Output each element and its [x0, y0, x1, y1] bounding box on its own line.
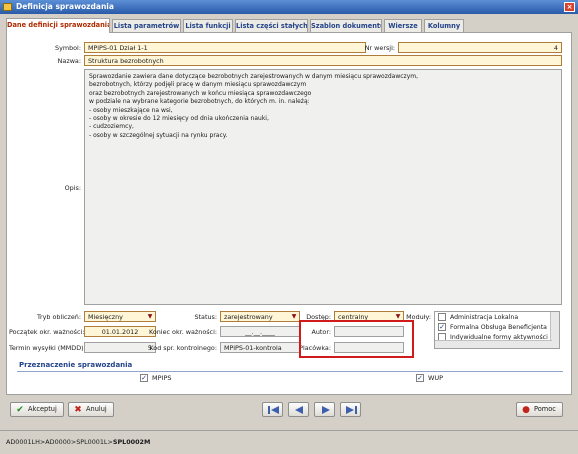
status-bar: AD0001LH>AD0000>SPL0001L>SPL0002M [0, 430, 578, 453]
close-button[interactable]: × [564, 2, 575, 12]
tab-szablon-dokumentu[interactable]: Szablon dokumentu [310, 19, 382, 32]
mode-select[interactable]: Miesięczny ▼ [84, 311, 156, 322]
destination-wup[interactable]: ✓ WUP [416, 373, 443, 383]
checkbox-checked[interactable]: ✓ [416, 374, 424, 382]
module-label: Administracja Lokalna [450, 314, 519, 321]
destination-label: MPIPS [152, 374, 172, 382]
first-record-button[interactable] [262, 402, 283, 417]
section-divider [17, 371, 563, 372]
breadcrumb-current: SPL0002M [112, 438, 151, 446]
desc-line: w podziale na wybrane kategorie bezrobot… [89, 98, 310, 106]
tab-lista-funkcji[interactable]: Lista funkcji [183, 19, 233, 32]
description-textarea[interactable]: Sprawozdanie zawiera dane dotyczące bezr… [84, 69, 562, 305]
name-label: Nazwa: [57, 57, 81, 65]
chevron-down-icon: ▼ [395, 313, 401, 320]
tab-lista-czesci-stalych[interactable]: Lista części stałych [235, 19, 308, 32]
last-record-button[interactable] [340, 402, 361, 417]
desc-line: - osoby mieszkające na wsi, [89, 106, 173, 114]
last-icon [346, 406, 357, 414]
checkbox-checked[interactable]: ✓ [438, 323, 446, 331]
desc-label: Opis: [64, 184, 81, 192]
end-date-label: Koniec okr. ważności: [148, 328, 217, 336]
tab-lista-parametrow[interactable]: Lista parametrów [112, 19, 181, 32]
desc-line: - osoby w szczególnej sytuacji na rynku … [89, 131, 228, 139]
modules-list[interactable]: Administracja Lokalna ✓ Formalna Obsługa … [434, 311, 560, 349]
tab-dane-definicji[interactable]: Dane definicji sprawozdania [6, 18, 110, 33]
help-button[interactable]: ● Pomoc [516, 402, 563, 417]
status-label: Status: [194, 313, 217, 321]
checkbox-unchecked[interactable] [438, 313, 446, 321]
bottom-toolbar: ✔ Akceptuj ✖ Anuluj ● Pomoc [6, 398, 572, 422]
cancel-button[interactable]: ✖ Anuluj [68, 402, 114, 417]
horizontal-scrollbar[interactable] [435, 340, 552, 348]
previous-record-button[interactable] [288, 402, 309, 417]
destination-mpips[interactable]: ✓ MPIPS [140, 373, 172, 383]
desc-line: - osoby w okresie do 12 miesięcy od dnia… [89, 115, 269, 123]
cancel-icon: ✖ [74, 405, 82, 415]
help-label: Pomoc [534, 405, 556, 413]
mode-value: Miesięczny [88, 313, 123, 321]
start-date-field[interactable]: 01.01.2012 [84, 326, 156, 337]
app-icon [3, 3, 12, 11]
accept-button[interactable]: ✔ Akceptuj [10, 402, 64, 417]
desc-line: Sprawozdanie zawiera dane dotyczące bezr… [89, 73, 419, 80]
chevron-down-icon: ▼ [147, 313, 153, 320]
control-code-field[interactable]: MPiPS-01-kontrola [220, 342, 300, 353]
end-date-field[interactable]: __.__.____ [220, 326, 300, 337]
desc-line: bezrobotnych, którzy podjęli pracę w dan… [89, 81, 307, 89]
next-record-button[interactable] [314, 402, 335, 417]
version-field[interactable]: 4 [398, 42, 562, 53]
cancel-label: Anuluj [86, 405, 107, 413]
name-field[interactable]: Struktura bezrobotnych [84, 55, 562, 66]
tab-kolumny[interactable]: Kolumny [424, 19, 464, 32]
symbol-field[interactable]: MPiPS-01 Dział 1-1 [84, 42, 366, 53]
version-label: Nr wersji: [364, 44, 395, 52]
help-icon: ● [522, 405, 530, 415]
first-icon [268, 406, 279, 414]
next-icon [322, 406, 330, 414]
desc-line: oraz bezrobotnych zarejestrowanych w koń… [89, 89, 312, 97]
tab-bar: Dane definicji sprawozdania Lista parame… [6, 18, 572, 33]
desc-line: - cudzoziemcy, [89, 123, 134, 131]
destination-label: WUP [428, 374, 444, 382]
breadcrumb-path: AD0001LH>AD0000>SPL0001L> [6, 438, 113, 446]
module-label: Formalna Obsługa Beneficjenta [450, 324, 547, 331]
window-titlebar: Definicja sprawozdania × [0, 0, 578, 14]
send-term-label: Termin wysyłki (MMDD): [9, 344, 86, 352]
accept-label: Akceptuj [28, 405, 57, 413]
highlight-box [299, 320, 414, 358]
tab-panel: Symbol: MPiPS-01 Dział 1-1 Nr wersji: 4 … [6, 32, 572, 395]
mode-label: Tryb obliczeń: [37, 313, 81, 321]
tab-wiersze[interactable]: Wiersze [384, 19, 422, 32]
window-title: Definicja sprawozdania [16, 2, 114, 11]
symbol-label: Symbol: [55, 44, 81, 52]
status-value: zarejestrowany [224, 313, 273, 321]
status-select[interactable]: zarejestrowany ▼ [220, 311, 300, 322]
checkmark-icon: ✔ [16, 405, 24, 415]
start-date-label: Początek okr. ważności: [9, 328, 85, 336]
previous-icon [295, 406, 303, 414]
destination-title: Przeznaczenie sprawozdania [19, 361, 133, 369]
send-term-field[interactable]: 5 [84, 342, 156, 353]
control-code-label: Kod spr. kontrolnego: [149, 344, 217, 352]
checkbox-checked[interactable]: ✓ [140, 374, 148, 382]
